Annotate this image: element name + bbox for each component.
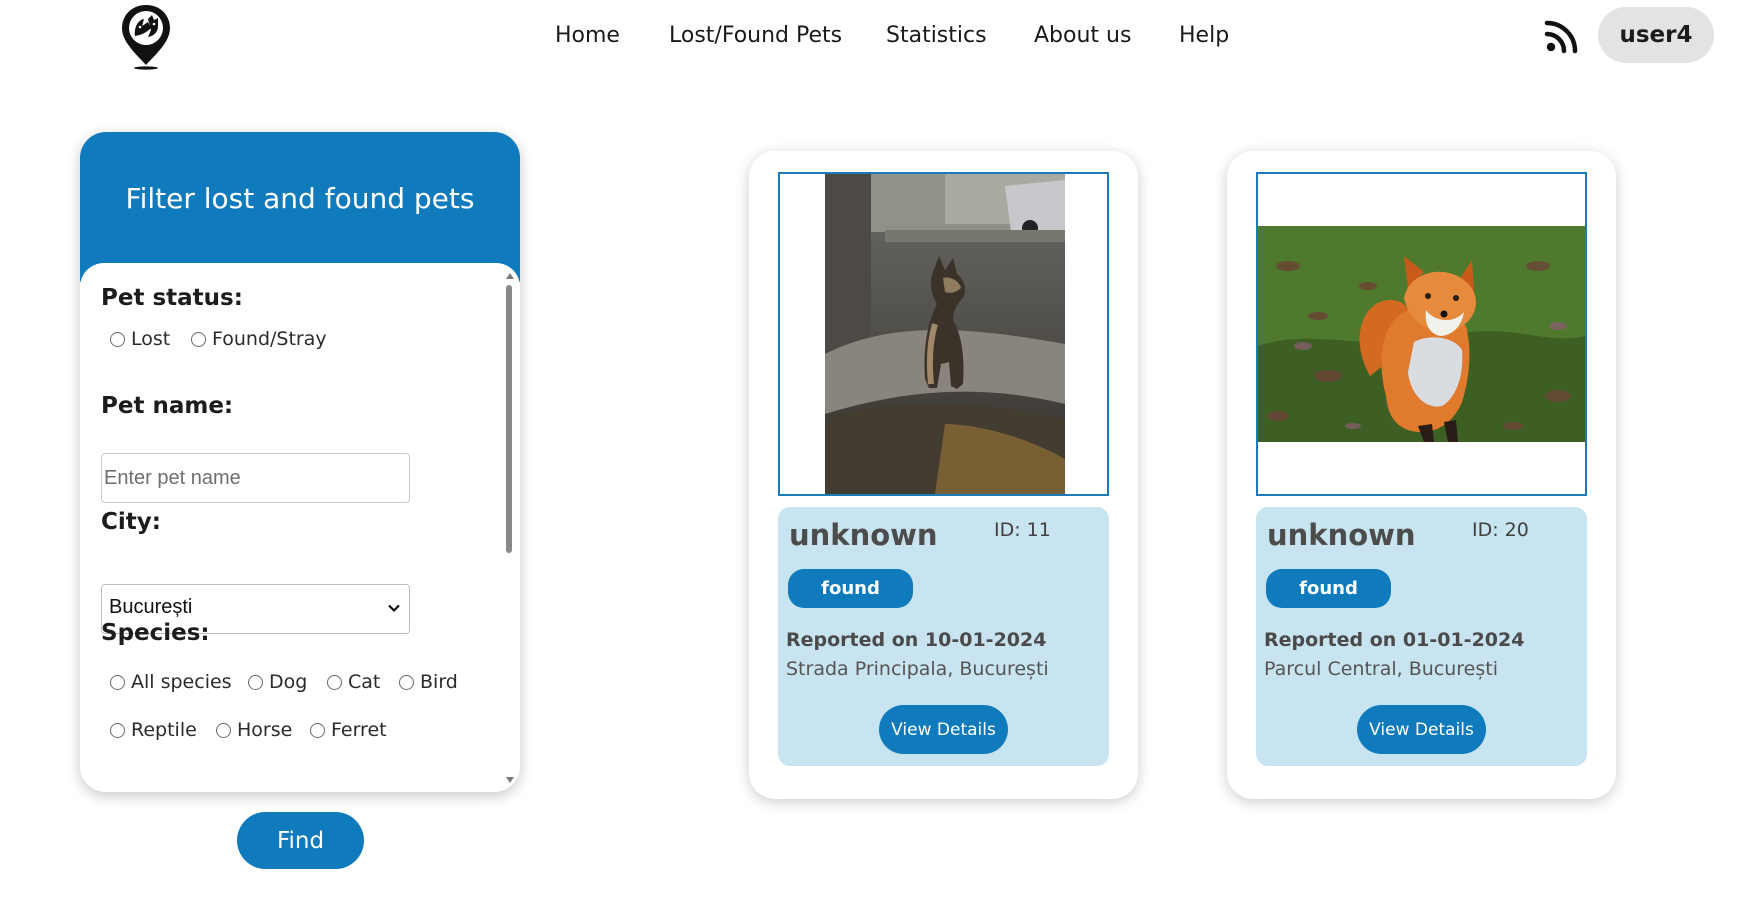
pet-name: unknown — [1267, 518, 1416, 552]
pet-info: unknown ID: 11 found Reported on 10-01-2… — [778, 507, 1109, 766]
radio-bird[interactable] — [399, 674, 414, 690]
filter-title: Filter lost and found pets — [125, 182, 475, 215]
species-option-dog[interactable]: Dog — [248, 671, 307, 693]
radio-lost[interactable] — [110, 331, 125, 347]
nav-lost-found-pets[interactable]: Lost/Found Pets — [669, 18, 842, 54]
radio-ferret[interactable] — [310, 722, 325, 738]
radio-reptile[interactable] — [110, 722, 125, 738]
species-option-reptile[interactable]: Reptile — [110, 719, 197, 741]
radio-all-species[interactable] — [110, 674, 125, 690]
pet-photo-frame — [1256, 172, 1587, 496]
filter-header: Filter lost and found pets — [80, 132, 520, 282]
pet-photo-frame — [778, 172, 1109, 496]
pet-name-input[interactable] — [101, 453, 410, 503]
species-option-cat[interactable]: Cat — [327, 671, 380, 693]
view-details-button[interactable]: View Details — [1357, 705, 1486, 754]
find-button[interactable]: Find — [237, 812, 364, 869]
scroll-down-arrow-icon[interactable] — [506, 777, 514, 783]
pet-info: unknown ID: 20 found Reported on 01-01-2… — [1256, 507, 1587, 766]
fox-photo[interactable] — [1258, 226, 1585, 442]
radio-horse[interactable] — [216, 722, 231, 738]
nav-home[interactable]: Home — [555, 18, 620, 54]
nav-help[interactable]: Help — [1179, 18, 1229, 54]
species-option-all[interactable]: All species — [110, 671, 232, 693]
nav-statistics[interactable]: Statistics — [886, 18, 987, 54]
status-badge: found — [1266, 569, 1391, 608]
status-option-lost[interactable]: Lost — [110, 328, 170, 350]
filter-form: Pet status: Lost Found/Stray Pet name: C… — [80, 263, 520, 792]
filter-scrollbar[interactable] — [502, 273, 516, 783]
species-option-ferret[interactable]: Ferret — [310, 719, 387, 741]
user-menu-button[interactable]: user4 — [1598, 7, 1714, 63]
pet-location: Strada Principala, București — [786, 658, 1049, 680]
city-label: City: — [101, 509, 161, 535]
reported-date: Reported on 01-01-2024 — [1264, 629, 1525, 651]
scrollbar-thumb[interactable] — [506, 285, 512, 553]
reported-date: Reported on 10-01-2024 — [786, 629, 1047, 651]
view-details-button[interactable]: View Details — [879, 705, 1008, 754]
filter-panel: Filter lost and found pets Pet status: L… — [80, 132, 520, 792]
radio-cat[interactable] — [327, 674, 342, 690]
pet-id: ID: 20 — [1472, 519, 1529, 541]
status-option-found-stray[interactable]: Found/Stray — [191, 328, 327, 350]
pet-name: unknown — [789, 518, 938, 552]
dog-photo[interactable] — [825, 174, 1065, 494]
pet-name-label: Pet name: — [101, 393, 234, 419]
pet-location: Parcul Central, București — [1264, 658, 1498, 680]
species-label: Species: — [101, 620, 210, 646]
pet-card: unknown ID: 20 found Reported on 01-01-2… — [1227, 151, 1616, 799]
radio-found-stray[interactable] — [191, 331, 206, 347]
status-badge: found — [788, 569, 913, 608]
rss-icon[interactable] — [1544, 18, 1580, 54]
pet-id: ID: 11 — [994, 519, 1051, 541]
pet-status-label: Pet status: — [101, 285, 243, 311]
nav-about-us[interactable]: About us — [1034, 18, 1131, 54]
species-option-horse[interactable]: Horse — [216, 719, 292, 741]
main-nav: Home Lost/Found Pets Statistics About us… — [0, 18, 1760, 54]
radio-dog[interactable] — [248, 674, 263, 690]
scroll-up-arrow-icon[interactable] — [506, 273, 514, 279]
chevron-down-icon — [388, 604, 400, 613]
city-selected-value: București — [109, 596, 193, 618]
pet-card: unknown ID: 11 found Reported on 10-01-2… — [749, 151, 1138, 799]
species-option-bird[interactable]: Bird — [399, 671, 458, 693]
